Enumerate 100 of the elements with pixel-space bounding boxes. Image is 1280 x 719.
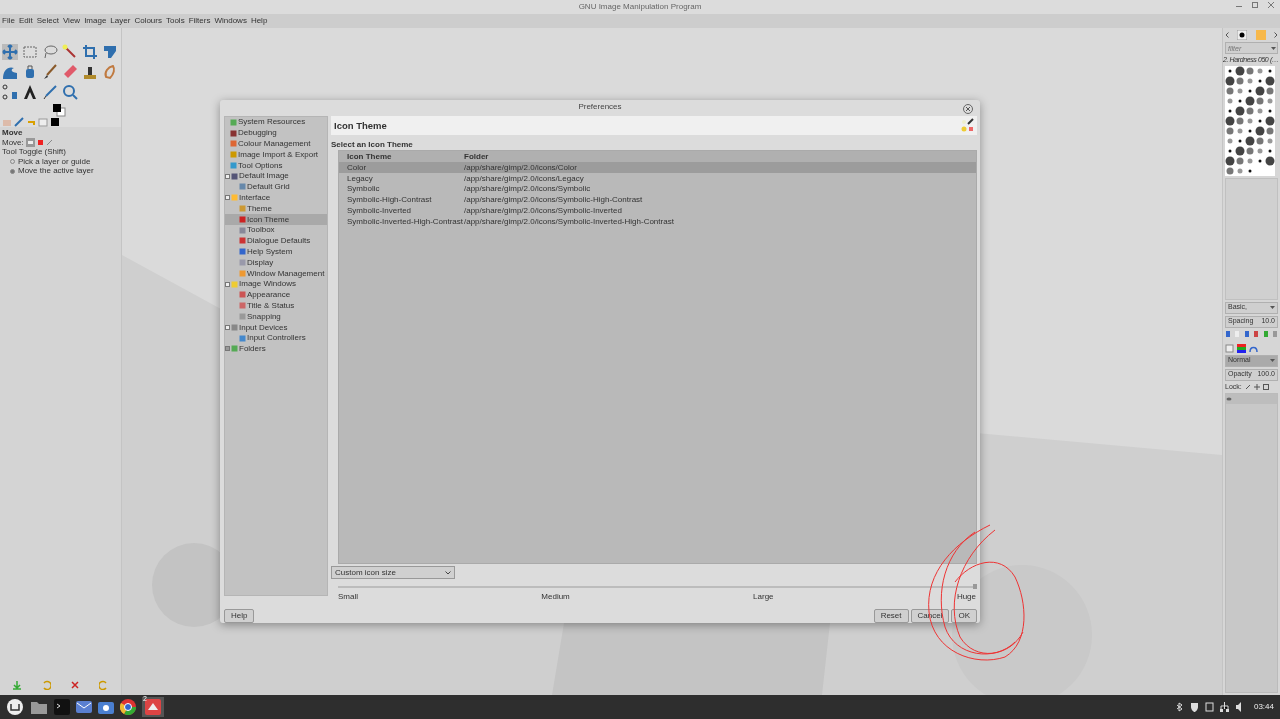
color-swatch-icon[interactable]	[52, 103, 66, 117]
tree-item[interactable]: Snapping	[225, 311, 327, 322]
tree-item[interactable]: Colour Management	[225, 138, 327, 150]
table-row[interactable]: Symbolic-High-Contrast /app/share/gimp/2.0/icons/Symbolic-High-Contrast	[339, 194, 976, 206]
tree-item[interactable]: Input Devices	[225, 321, 327, 333]
table-row[interactable]: Symbolic /app/share/gimp/2.0/icons/Symbolic	[339, 183, 976, 195]
tree-item[interactable]: Dialogue Defaults	[225, 235, 327, 247]
tree-item[interactable]: Window Management	[225, 267, 327, 279]
bluetooth-icon[interactable]	[1174, 702, 1184, 712]
column-header[interactable]: Icon Theme	[339, 152, 464, 162]
crop-icon[interactable]	[82, 44, 98, 60]
tree-item[interactable]: Theme	[225, 203, 327, 214]
menu-item[interactable]: Layer	[110, 16, 131, 26]
shield-icon[interactable]	[1189, 702, 1199, 712]
stamp-icon[interactable]	[82, 64, 98, 80]
tree-item[interactable]: Folders	[225, 343, 327, 355]
delete-icon[interactable]	[1253, 329, 1260, 338]
lock-position-icon[interactable]	[1253, 383, 1260, 390]
document-icon[interactable]	[1271, 329, 1278, 338]
menu-logo-icon[interactable]	[6, 698, 24, 716]
paintbrush-icon[interactable]	[42, 64, 58, 80]
tree-item[interactable]: Toolbox	[225, 224, 327, 236]
tree-item[interactable]: Display	[225, 257, 327, 268]
magic-wand-icon[interactable]	[62, 44, 78, 60]
lock-alpha-icon[interactable]	[1262, 383, 1269, 390]
menu-item[interactable]: Windows	[214, 16, 247, 26]
lasso-icon[interactable]	[42, 44, 58, 60]
text-tool-icon[interactable]	[22, 84, 38, 100]
layer-mode-icon[interactable]	[25, 137, 35, 147]
expander-icon[interactable]	[225, 173, 230, 179]
tree-item[interactable]: Tool Options	[225, 160, 327, 171]
lock-pixels-icon[interactable]	[1244, 383, 1251, 390]
tree-item[interactable]: Title & Status	[225, 300, 327, 312]
menu-item[interactable]: Select	[36, 16, 59, 26]
pen-tab-icon[interactable]	[14, 117, 24, 127]
delete-icon[interactable]	[70, 680, 81, 690]
folder-icon[interactable]	[30, 699, 48, 715]
slider-handle[interactable]	[973, 584, 977, 590]
terminal-icon[interactable]	[54, 699, 70, 715]
color-picker-icon[interactable]	[42, 84, 58, 100]
dialog-button[interactable]: Reset	[873, 609, 909, 623]
dialog-button[interactable]: Help	[224, 609, 255, 623]
path-mode-icon[interactable]	[45, 138, 53, 146]
tree-item[interactable]: Image Windows	[225, 278, 327, 290]
volume-icon[interactable]	[1234, 702, 1244, 712]
tree-item[interactable]: Debugging	[225, 127, 327, 139]
camera-icon[interactable]	[98, 700, 114, 714]
radio-button[interactable]	[10, 168, 15, 174]
menu-item[interactable]: Tools	[165, 16, 185, 26]
tree-item[interactable]: Image Import & Export	[225, 149, 327, 160]
expander-icon[interactable]	[225, 346, 230, 352]
tree-item[interactable]: Interface	[225, 192, 327, 204]
transform-icon[interactable]	[102, 44, 118, 60]
expander-icon[interactable]	[225, 324, 230, 330]
save-icon[interactable]	[11, 680, 22, 690]
eye-icon[interactable]	[1226, 396, 1232, 401]
tree-item[interactable]: Default Image	[225, 170, 327, 182]
table-row[interactable]: Color /app/share/gimp/2.0/icons/Color	[339, 162, 976, 173]
menu-item[interactable]: Edit	[18, 16, 33, 26]
menu-item[interactable]: File	[2, 16, 15, 26]
tree-item[interactable]: Help System	[225, 246, 327, 258]
column-header[interactable]: Folder	[464, 152, 489, 162]
clock[interactable]: 03:44	[1253, 702, 1274, 712]
expander-icon[interactable]	[225, 195, 230, 201]
size-dropdown[interactable]: Custom icon size	[331, 566, 455, 580]
table-row[interactable]: Symbolic-Inverted /app/share/gimp/2.0/icons/Symbolic-Inverted	[339, 205, 976, 217]
expander-icon[interactable]	[225, 281, 230, 287]
refresh-icon[interactable]	[1262, 329, 1269, 338]
brush-grid-drawing[interactable]	[1225, 66, 1275, 177]
tree-item[interactable]: Appearance	[225, 289, 327, 301]
menu-item[interactable]: Colours	[134, 16, 162, 26]
paint-app-icon[interactable]	[145, 699, 161, 715]
move-tool-icon[interactable]	[2, 44, 18, 60]
box-icon[interactable]	[1204, 702, 1214, 712]
table-row[interactable]: Symbolic-Inverted-High-Contrast/app/share/gimp/2.0/icons/Symbolic-Inverted-High-Contrast	[339, 216, 976, 227]
menu-item[interactable]: View	[62, 16, 81, 26]
close-icon[interactable]	[965, 106, 971, 112]
paths-icon[interactable]	[2, 84, 18, 100]
edit-icon[interactable]	[1225, 329, 1231, 338]
brush-tab-icon[interactable]	[1237, 30, 1248, 40]
mail-icon[interactable]	[76, 700, 92, 714]
tree-item[interactable]: System Resources	[225, 116, 327, 128]
close-icon[interactable]	[1268, 2, 1274, 8]
tree-item[interactable]: Input Controllers	[225, 332, 327, 344]
browser-icon[interactable]	[120, 699, 136, 715]
dialog-button[interactable]: OK	[951, 609, 977, 623]
menu-item[interactable]: Filters	[188, 16, 211, 26]
swatch-tab-icon[interactable]	[50, 117, 60, 127]
selection-mode-icon[interactable]	[36, 138, 44, 146]
zoom-icon[interactable]	[62, 84, 78, 100]
table-row[interactable]: Legacy /app/share/gimp/2.0/icons/Legacy	[339, 173, 976, 184]
menu-item[interactable]: Help	[250, 16, 268, 26]
size-slider[interactable]	[338, 586, 977, 589]
tree-item[interactable]: Default Grid	[225, 181, 327, 193]
menu-item[interactable]: Image	[84, 16, 107, 26]
maximize-icon[interactable]	[1252, 2, 1258, 8]
network-icon[interactable]	[1219, 702, 1229, 712]
copy-icon[interactable]	[1243, 329, 1250, 338]
tree-item[interactable]: Icon Theme	[225, 214, 327, 225]
channels-tab-icon[interactable]	[1237, 343, 1246, 353]
